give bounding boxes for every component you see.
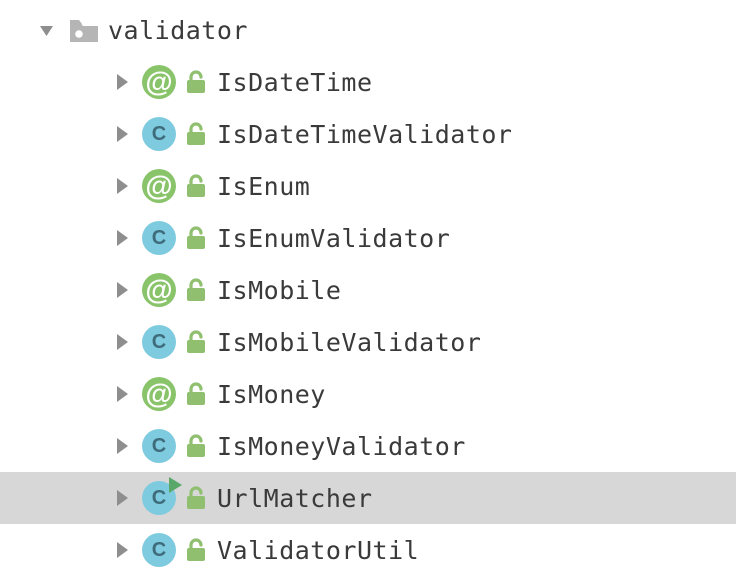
package-children: @ IsDateTime C IsDateTimeValidator [0,56,736,572]
access-lock-icon [179,174,213,198]
type-badge-icon: C [139,117,179,151]
access-lock-icon [179,538,213,562]
type-badge-icon: C [139,533,179,567]
class-badge-icon: C [142,429,176,463]
access-lock-icon [179,434,213,458]
collapse-arrow-icon[interactable] [105,384,139,404]
folder-icon [64,16,104,44]
tree-item-row[interactable]: C IsDateTimeValidator [0,108,736,160]
type-badge-icon: C [139,325,179,359]
tree-item-row[interactable]: @ IsDateTime [0,56,736,108]
access-lock-icon [179,382,213,406]
tree-package-row[interactable]: validator [0,4,736,56]
item-label: IsMoneyValidator [213,432,466,461]
item-label: IsMobile [213,276,341,305]
item-label: IsDateTime [213,68,373,97]
item-label: IsEnumValidator [213,224,450,253]
tree-item-row[interactable]: C UrlMatcher [0,472,736,524]
access-lock-icon [179,122,213,146]
tree-item-row[interactable]: C ValidatorUtil [0,524,736,572]
access-lock-icon [179,486,213,510]
collapse-arrow-icon[interactable] [105,540,139,560]
annotation-badge-icon: @ [142,65,176,99]
tree-item-row[interactable]: C IsMoneyValidator [0,420,736,472]
access-lock-icon [179,226,213,250]
run-indicator-icon [169,477,182,493]
type-badge-icon: C [139,481,179,515]
item-label: ValidatorUtil [213,536,419,565]
access-lock-icon [179,330,213,354]
collapse-arrow-icon[interactable] [105,280,139,300]
annotation-badge-icon: @ [142,169,176,203]
item-label: IsEnum [213,172,310,201]
collapse-arrow-icon[interactable] [105,124,139,144]
tree-item-row[interactable]: C IsEnumValidator [0,212,736,264]
project-tree: validator @ IsDateTime C [0,0,736,572]
collapse-arrow-icon[interactable] [105,72,139,92]
package-label: validator [104,16,248,45]
class-badge-icon: C [142,325,176,359]
annotation-badge-icon: @ [142,273,176,307]
type-badge-icon: @ [139,65,179,99]
class-badge-icon: C [142,221,176,255]
class-badge-icon: C [142,117,176,151]
annotation-badge-icon: @ [142,377,176,411]
tree-item-row[interactable]: C IsMobileValidator [0,316,736,368]
collapse-arrow-icon[interactable] [105,488,139,508]
item-label: IsDateTimeValidator [213,120,512,149]
item-label: UrlMatcher [213,484,373,513]
type-badge-icon: @ [139,377,179,411]
collapse-arrow-icon[interactable] [105,332,139,352]
tree-item-row[interactable]: @ IsMoney [0,368,736,420]
collapse-arrow-icon[interactable] [105,176,139,196]
collapse-arrow-icon[interactable] [105,436,139,456]
expand-arrow-icon[interactable] [30,20,64,40]
class-badge-icon: C [142,481,176,515]
tree-item-row[interactable]: @ IsMobile [0,264,736,316]
collapse-arrow-icon[interactable] [105,228,139,248]
item-label: IsMoney [213,380,326,409]
access-lock-icon [179,70,213,94]
type-badge-icon: @ [139,169,179,203]
access-lock-icon [179,278,213,302]
tree-item-row[interactable]: @ IsEnum [0,160,736,212]
type-badge-icon: @ [139,273,179,307]
type-badge-icon: C [139,221,179,255]
type-badge-icon: C [139,429,179,463]
item-label: IsMobileValidator [213,328,481,357]
class-badge-icon: C [142,533,176,567]
